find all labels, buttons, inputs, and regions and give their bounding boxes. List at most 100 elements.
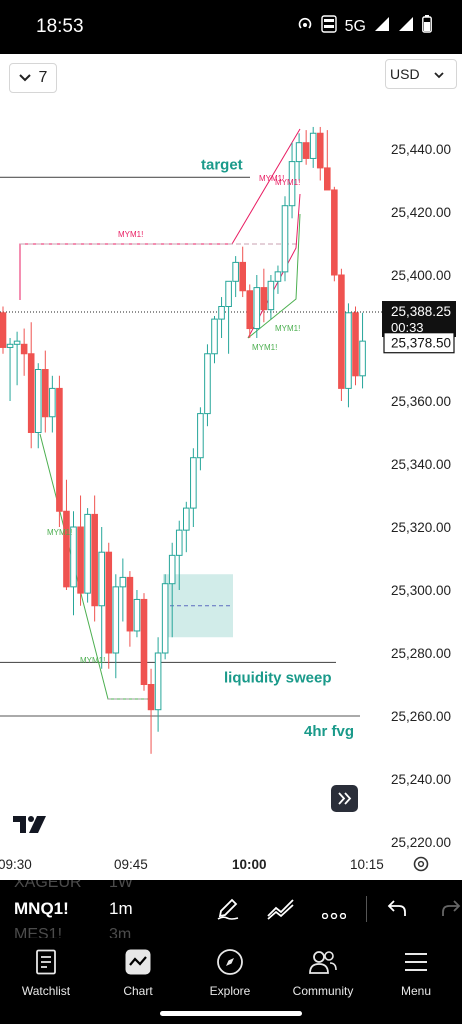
candle-body — [133, 598, 141, 632]
interval-label: 7 — [38, 69, 48, 86]
watchlist-interval: 3m — [109, 926, 132, 938]
watchlist-row-active[interactable]: MNQ1! 1m — [14, 899, 164, 921]
status-icons: 5G — [297, 15, 432, 38]
candle-body — [161, 583, 169, 654]
interval-button[interactable]: 7 — [9, 63, 57, 93]
candle-body — [359, 340, 366, 377]
home-indicator — [160, 1011, 302, 1016]
watchlist-row-faded-bottom[interactable]: MES1! 3m — [14, 926, 164, 938]
candlestick-chart[interactable]: target liquidity sweep 4hr fvg MYM1! MYM1! MY… — [0, 54, 462, 880]
candle-body — [183, 507, 190, 531]
price-tick-label: 25,440.00 — [391, 142, 451, 157]
candle-body — [302, 142, 310, 159]
candle-body — [49, 387, 56, 418]
candle-body — [63, 510, 70, 588]
watchlist-symbol: MES1! — [14, 926, 63, 938]
settings-icon-hub — [417, 860, 425, 868]
nav-menu[interactable]: Menu — [376, 944, 456, 998]
price-tick-label: 25,280.00 — [391, 646, 451, 661]
candle-body — [246, 290, 254, 330]
candle-body — [267, 280, 275, 311]
candle-body — [324, 167, 331, 191]
price-tick-label: 25,360.00 — [391, 394, 451, 409]
chevron-down-icon — [433, 66, 444, 82]
chart-icon — [98, 944, 178, 980]
target-label: target — [201, 156, 243, 173]
nav-chart[interactable]: Chart — [98, 944, 178, 998]
candle-body — [56, 387, 63, 512]
pencil-icon[interactable] — [215, 896, 241, 927]
candle-body — [20, 343, 28, 355]
price-tick-label: 25,260.00 — [391, 709, 451, 724]
nav-label: Explore — [209, 984, 251, 998]
candle-body — [0, 312, 7, 348]
nav-label: Chart — [123, 984, 153, 998]
candle-body — [168, 554, 176, 585]
candle-body — [77, 526, 84, 594]
divider — [366, 896, 367, 922]
price-tick-label: 25,300.00 — [391, 583, 451, 598]
candle-body — [295, 142, 303, 163]
candle-body — [352, 312, 359, 377]
candle-body — [105, 551, 113, 654]
nav-label: Community — [292, 984, 354, 998]
undo-icon[interactable] — [386, 898, 408, 923]
currency-label: USD — [390, 66, 420, 82]
candle-body — [218, 306, 225, 320]
network-type: 5G — [344, 17, 366, 35]
candle-body — [84, 513, 91, 594]
community-icon — [283, 944, 363, 980]
candle-body — [112, 586, 120, 654]
candle-body — [34, 369, 42, 433]
candle-body — [6, 343, 14, 348]
more-icon[interactable] — [321, 906, 347, 924]
candle-body — [197, 413, 204, 459]
currency-select[interactable]: USD — [385, 59, 457, 89]
signal-icon-2 — [398, 16, 414, 37]
nav-watchlist[interactable]: Watchlist — [6, 944, 86, 998]
price-tick-label: 25,400.00 — [391, 268, 451, 283]
watchlist-row-faded-top[interactable]: XAGEUR 1W — [14, 880, 164, 894]
candle-body — [331, 189, 338, 276]
mym-red-overlay — [19, 128, 301, 300]
nav-explore[interactable]: Explore — [190, 944, 270, 998]
chart-area[interactable]: target liquidity sweep 4hr fvg MYM1! MYM1! MY… — [0, 54, 462, 880]
candle-body — [225, 280, 232, 308]
watchlist-symbol: MNQ1! — [14, 899, 69, 918]
scroll-to-realtime-button[interactable] — [331, 785, 358, 812]
time-tick-label: 10:00 — [232, 857, 267, 872]
watchlist-interval: 1m — [109, 899, 133, 918]
mym-label: MYM1! — [47, 528, 72, 537]
bottom-toolbar: XAGEUR 1W MNQ1! 1m MES1! 3m — [0, 880, 462, 938]
settings-icon-ring — [413, 856, 429, 872]
tv-logo-t — [13, 816, 26, 833]
price-tick-label: 25,340.00 — [391, 457, 451, 472]
candle-body — [42, 369, 49, 418]
price-tick-label: 25,240.00 — [391, 772, 451, 787]
candle-body — [91, 513, 98, 607]
nav-community[interactable]: Community — [283, 944, 363, 998]
candle-body — [338, 274, 345, 389]
candle-body — [204, 353, 211, 415]
signal-icon — [374, 16, 390, 37]
candle-body — [211, 318, 218, 355]
candle-body — [253, 287, 261, 330]
watchlist-icon — [6, 944, 86, 980]
candle-body — [98, 551, 106, 607]
settings-icon[interactable] — [413, 856, 429, 872]
candle-body — [309, 132, 317, 159]
candle-body — [13, 340, 21, 345]
hotspot-icon — [297, 16, 313, 37]
mym-label: MYM1! — [252, 343, 277, 352]
redo-icon[interactable] — [440, 898, 462, 923]
liquidity-sweep-label: liquidity sweep — [224, 669, 332, 686]
trend-line-icon[interactable] — [266, 898, 296, 925]
mym-label: MYM1! — [80, 656, 105, 665]
candle-body — [232, 261, 239, 282]
current-price-label: 25,388.25 — [391, 304, 451, 319]
candle-body — [345, 312, 352, 389]
battery-icon — [422, 15, 432, 38]
nav-label: Menu — [400, 984, 432, 998]
mym-label: MYM1! — [275, 178, 300, 187]
candle-body — [119, 576, 127, 588]
